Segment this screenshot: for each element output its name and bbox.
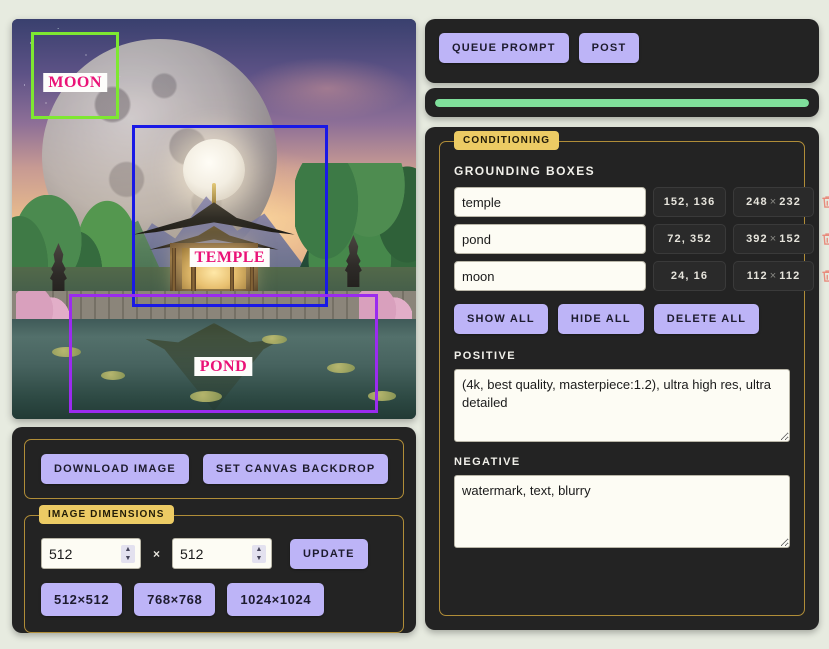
height-field-wrapper: ▲▼ [172, 538, 273, 569]
queue-prompt-button[interactable]: QUEUE PROMPT [439, 33, 569, 63]
bounding-box-label: MOON [43, 72, 107, 92]
grounding-box-size: 248 × 232 [733, 187, 814, 217]
dimension-multiply-symbol: × [153, 546, 161, 561]
download-image-button[interactable]: DOWNLOAD IMAGE [41, 454, 189, 484]
canvas-tools-panel: DOWNLOAD IMAGE SET CANVAS BACKDROP IMAGE… [12, 427, 416, 633]
dimension-controls: ▲▼ × ▲▼ UPDATE [41, 538, 387, 569]
dimension-preset-button[interactable]: 1024×1024 [227, 583, 325, 616]
dimension-preset-button[interactable]: 768×768 [134, 583, 216, 616]
bounding-box-pond[interactable]: POND [68, 294, 379, 413]
post-button[interactable]: POST [578, 33, 640, 63]
delete-grounding-box-icon[interactable] [821, 226, 829, 252]
delete-all-button[interactable]: DELETE ALL [653, 304, 760, 334]
grounding-boxes-list: 152, 136248×23272, 352392×15224, 16112×1… [454, 187, 829, 291]
dimension-presets: 512×512 768×768 1024×1024 [41, 583, 387, 616]
delete-grounding-box-icon[interactable] [821, 189, 829, 215]
bounding-box-label: POND [194, 357, 253, 377]
grounding-box-name-input[interactable] [454, 261, 646, 291]
size-multiply-symbol: × [769, 233, 778, 245]
image-dimensions-fieldset: IMAGE DIMENSIONS ▲▼ × ▲▼ UPDATE 512×512 7… [24, 505, 404, 633]
update-dimensions-button[interactable]: UPDATE [290, 538, 368, 569]
progress-bar-panel [425, 88, 819, 117]
grounding-box-width: 392 [746, 233, 768, 245]
conditioning-fieldset: CONDITIONING GROUNDING BOXES 152, 136248… [439, 131, 829, 616]
hide-all-button[interactable]: HIDE ALL [557, 304, 644, 334]
size-multiply-symbol: × [769, 270, 778, 282]
grounding-box-row: 72, 352392×152 [454, 224, 829, 254]
negative-prompt-label: NEGATIVE [454, 456, 521, 468]
grounding-box-width: 112 [746, 270, 768, 282]
positive-prompt-label: POSITIVE [454, 350, 516, 362]
width-field-wrapper: ▲▼ [41, 538, 141, 569]
grounding-box-position: 72, 352 [653, 224, 726, 254]
grounding-box-width: 248 [746, 196, 768, 208]
conditioning-legend: CONDITIONING [454, 131, 560, 150]
negative-prompt-input[interactable] [454, 475, 790, 548]
grounding-box-row: 24, 16112×112 [454, 261, 829, 291]
grounding-box-height: 232 [779, 196, 801, 208]
grounding-box-size: 112 × 112 [733, 261, 814, 291]
height-stepper[interactable]: ▲ ▼ [252, 544, 267, 563]
grounding-box-name-input[interactable] [454, 187, 646, 217]
size-multiply-symbol: × [769, 196, 778, 208]
positive-prompt-input[interactable] [454, 369, 790, 442]
grounding-box-name-input[interactable] [454, 224, 646, 254]
image-canvas[interactable]: MOON TEMPLE POND [12, 19, 416, 419]
dimension-preset-button[interactable]: 512×512 [41, 583, 123, 616]
grounding-box-position: 152, 136 [653, 187, 726, 217]
conditioning-panel: CONDITIONING GROUNDING BOXES 152, 136248… [425, 127, 829, 630]
progress-track [435, 98, 809, 107]
image-dimensions-legend: IMAGE DIMENSIONS [39, 505, 174, 524]
width-stepper[interactable]: ▲ ▼ [121, 544, 135, 563]
grounding-box-size: 392 × 152 [733, 224, 814, 254]
bounding-box-moon[interactable]: MOON [30, 31, 120, 119]
grounding-box-height: 112 [779, 270, 801, 282]
grounding-box-actions: SHOW ALL HIDE ALL DELETE ALL [454, 304, 790, 334]
grounding-box-row: 152, 136248×232 [454, 187, 829, 217]
grounding-box-position: 24, 16 [653, 261, 726, 291]
bounding-box-temple[interactable]: TEMPLE [131, 125, 328, 307]
bounding-box-label: TEMPLE [189, 248, 271, 268]
progress-fill [435, 98, 809, 107]
set-canvas-backdrop-button[interactable]: SET CANVAS BACKDROP [202, 454, 389, 484]
show-all-button[interactable]: SHOW ALL [454, 304, 548, 334]
action-toolbar: QUEUE PROMPT POST [425, 19, 819, 83]
delete-grounding-box-icon[interactable] [821, 263, 829, 289]
export-fieldset: DOWNLOAD IMAGE SET CANVAS BACKDROP [24, 439, 404, 499]
grounding-box-height: 152 [779, 233, 801, 245]
grounding-boxes-title: GROUNDING BOXES [454, 164, 596, 178]
